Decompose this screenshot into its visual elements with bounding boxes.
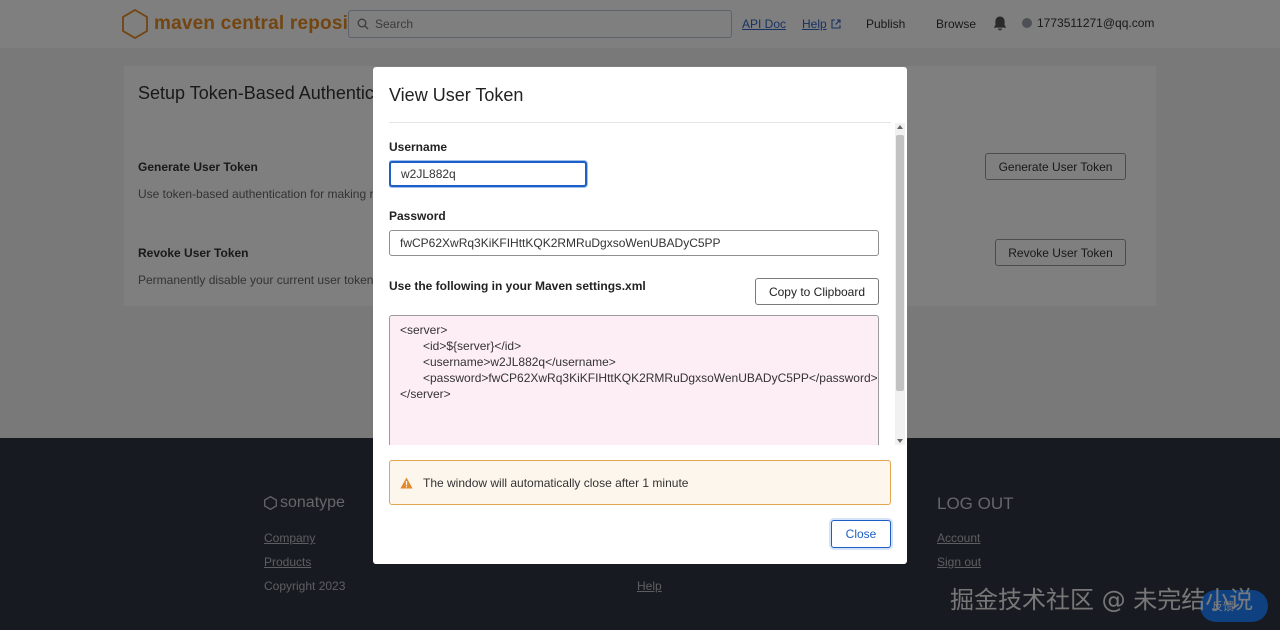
scrollbar-thumb[interactable] <box>896 135 904 391</box>
xml-line: </server> <box>400 387 451 401</box>
password-label: Password <box>389 209 446 223</box>
dialog-body: Username Password Use the following in y… <box>389 123 891 445</box>
xml-line: <password>fwCP62XwRq3KiKFIHttKQK2RMRuDgx… <box>423 371 878 385</box>
xml-line: <id>${server}</id> <box>423 339 522 353</box>
password-field[interactable] <box>389 230 879 256</box>
username-label: Username <box>389 140 448 154</box>
warning-triangle-icon <box>400 477 413 488</box>
dialog-title: View User Token <box>389 85 524 105</box>
close-button[interactable]: Close <box>831 520 891 548</box>
dialog-scrollbar[interactable] <box>895 123 905 445</box>
username-field[interactable] <box>389 161 587 187</box>
copy-to-clipboard-button[interactable]: Copy to Clipboard <box>755 278 879 305</box>
settings-xml-label: Use the following in your Maven settings… <box>389 279 646 293</box>
warning-text: The window will automatically close afte… <box>423 475 689 490</box>
scroll-down-arrow-icon[interactable] <box>897 439 903 443</box>
scroll-up-arrow-icon[interactable] <box>897 125 903 129</box>
xml-line: <username>w2JL882q</username> <box>423 355 616 369</box>
xml-line: <server> <box>400 323 448 337</box>
auto-close-warning: The window will automatically close afte… <box>389 460 891 505</box>
view-user-token-dialog: View User Token Username Password Use th… <box>373 67 907 564</box>
settings-xml-textarea[interactable]: <server> <id>${server}</id> <username>w2… <box>389 315 879 445</box>
